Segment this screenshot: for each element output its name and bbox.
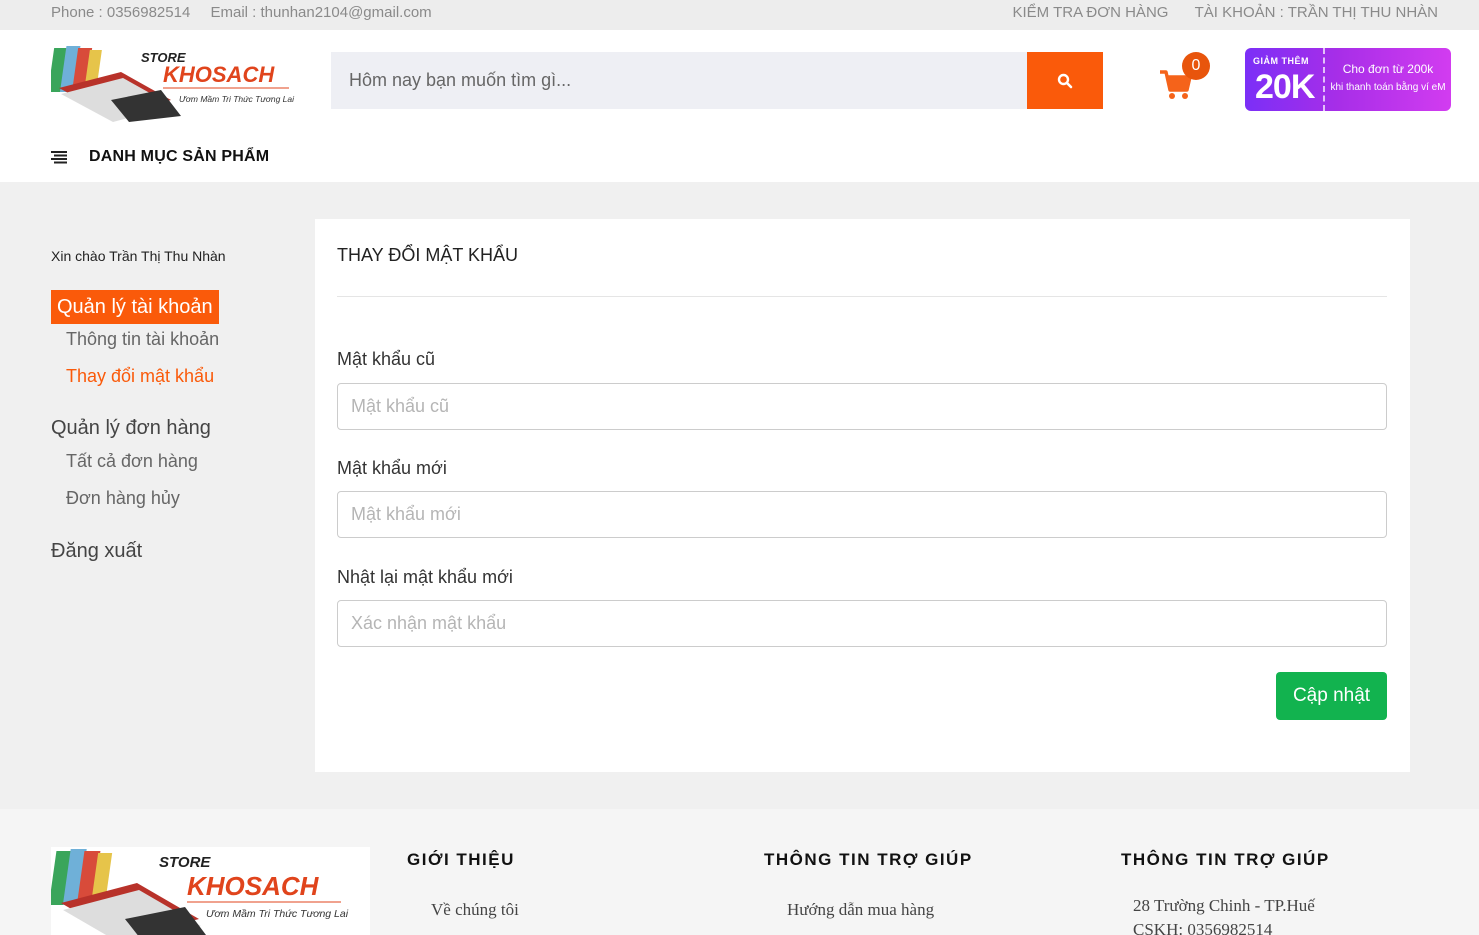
sidebar-item-cancelled-orders[interactable]: Đơn hàng hủy bbox=[66, 488, 180, 509]
search-button[interactable] bbox=[1027, 52, 1103, 109]
account-sidebar: Xin chào Trần Thị Thu Nhàn Quản lý tài k… bbox=[51, 248, 301, 562]
footer-help-title: THÔNG TIN TRỢ GIÚP bbox=[764, 850, 973, 869]
sidebar-item-all-orders[interactable]: Tất cả đơn hàng bbox=[66, 451, 198, 472]
update-button[interactable]: Cập nhật bbox=[1276, 672, 1387, 720]
promo-banner[interactable]: GIẢM THÊM 20K Cho đơn từ 200k khi thanh … bbox=[1245, 48, 1451, 111]
footer-logo-store-text: STORE bbox=[159, 854, 211, 871]
footer-logo[interactable]: STORE KHOSACH Ươm Mầm Tri Thức Tương Lai bbox=[48, 847, 370, 935]
cart-count-badge: 0 bbox=[1182, 52, 1210, 80]
footer-about-link[interactable]: Về chúng tôi bbox=[431, 900, 519, 920]
promo-line2: khi thanh toán bằng ví eM bbox=[1330, 82, 1446, 93]
search-icon bbox=[1057, 73, 1073, 88]
footer-help-link[interactable]: Hướng dẫn mua hàng bbox=[787, 900, 934, 920]
logo-slogan-text: Ươm Mầm Tri Thức Tương Lai bbox=[179, 94, 295, 104]
logo-name-text: KHOSACH bbox=[163, 62, 275, 87]
page-title: THAY ĐỔI MẬT KHẨU bbox=[337, 245, 519, 265]
sidebar-item-change-password[interactable]: Thay đổi mật khẩu bbox=[66, 366, 214, 387]
account-link[interactable]: TÀI KHOẢN : TRẦN THỊ THU NHÀN bbox=[1195, 4, 1438, 21]
footer-cskh: CSKH: 0356982514 bbox=[1133, 920, 1273, 935]
footer-address: 28 Trường Chinh - TP.Huế bbox=[1133, 896, 1315, 915]
email-text: Email : thunhan2104@gmail.com bbox=[210, 4, 432, 21]
footer: STORE KHOSACH Ươm Mầm Tri Thức Tương Lai… bbox=[0, 809, 1479, 935]
footer-about-title: GIỚI THIỆU bbox=[407, 850, 515, 869]
sidebar-item-account-mgmt[interactable]: Quản lý tài khoản bbox=[51, 290, 219, 324]
category-menu-toggle[interactable]: DANH MỤC SẢN PHẨM bbox=[51, 145, 269, 169]
footer-books-logo-icon: STORE KHOSACH Ươm Mầm Tri Thức Tương Lai bbox=[48, 849, 349, 935]
change-password-card: THAY ĐỔI MẬT KHẨU Mật khẩu cũ Mật khẩu m… bbox=[315, 219, 1410, 772]
promo-line1: Cho đơn từ 200k bbox=[1342, 62, 1434, 76]
confirm-password-label: Nhật lại mật khẩu mới bbox=[337, 567, 513, 587]
search-bar bbox=[331, 52, 1103, 109]
footer-logo-slogan-text: Ươm Mầm Tri Thức Tương Lai bbox=[206, 908, 349, 920]
old-password-label: Mật khẩu cũ bbox=[337, 349, 436, 369]
new-password-input[interactable] bbox=[337, 491, 1387, 538]
footer-logo-name-text: KHOSACH bbox=[187, 871, 320, 901]
promo-divider bbox=[1323, 48, 1325, 111]
search-input[interactable] bbox=[331, 52, 1027, 109]
sidebar-item-logout[interactable]: Đăng xuất bbox=[51, 540, 142, 563]
category-menu-label: DANH MỤC SẢN PHẨM bbox=[89, 148, 270, 165]
check-order-link[interactable]: KIỂM TRA ĐƠN HÀNG bbox=[1013, 4, 1169, 21]
menu-icon bbox=[51, 151, 67, 164]
new-password-label: Mật khẩu mới bbox=[337, 458, 447, 478]
sidebar-item-account-info[interactable]: Thông tin tài khoản bbox=[66, 329, 219, 350]
logo[interactable]: STORE KHOSACH Ươm Mầm Tri Thức Tương Lai bbox=[47, 42, 311, 122]
title-divider bbox=[337, 296, 1387, 297]
old-password-input[interactable] bbox=[337, 383, 1387, 430]
sidebar-item-order-mgmt[interactable]: Quản lý đơn hàng bbox=[51, 417, 211, 440]
confirm-password-input[interactable] bbox=[337, 600, 1387, 647]
books-logo-icon: STORE KHOSACH Ươm Mầm Tri Thức Tương Lai bbox=[47, 46, 295, 122]
footer-contact-title: THÔNG TIN TRỢ GIÚP bbox=[1121, 850, 1330, 869]
promo-label: GIẢM THÊM bbox=[1253, 56, 1309, 66]
promo-amount: 20K bbox=[1255, 68, 1315, 106]
top-bar: Phone : 0356982514 Email : thunhan2104@g… bbox=[0, 0, 1479, 30]
greeting-text: Xin chào Trần Thị Thu Nhàn bbox=[51, 248, 226, 264]
header: STORE KHOSACH Ươm Mầm Tri Thức Tương Lai… bbox=[0, 30, 1479, 182]
phone-text: Phone : 0356982514 bbox=[51, 4, 191, 21]
